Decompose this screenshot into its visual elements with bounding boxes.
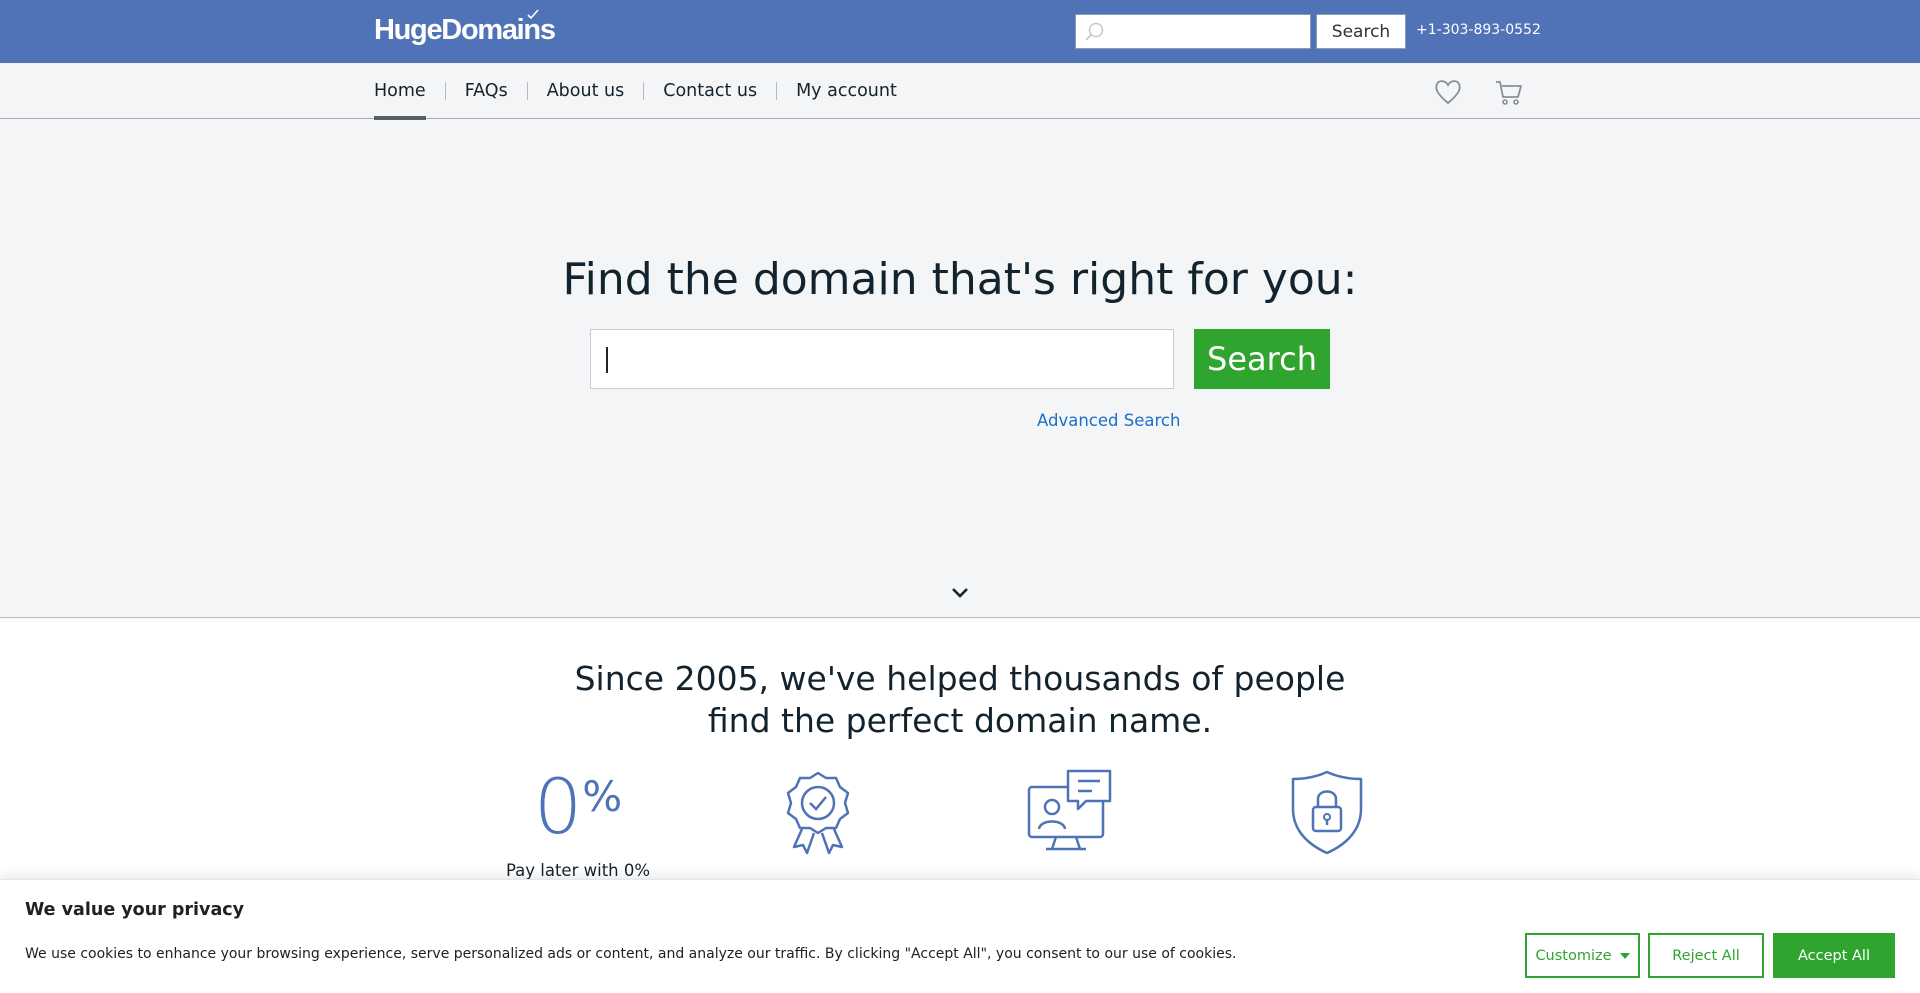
logo-check-icon xyxy=(527,9,539,19)
section-heading: Since 2005, we've helped thousands of pe… xyxy=(0,658,1920,742)
customize-button[interactable]: Customize xyxy=(1525,933,1640,978)
heart-icon[interactable] xyxy=(1433,78,1463,106)
support-chat-icon xyxy=(1027,769,1112,851)
logo[interactable]: HugeDomains xyxy=(374,9,556,50)
nav-home[interactable]: Home xyxy=(374,63,426,120)
feature-security xyxy=(1217,769,1437,861)
reject-all-button[interactable]: Reject All xyxy=(1648,933,1764,978)
hero-section: Find the domain that's right for you: Se… xyxy=(0,120,1920,618)
percent-sign: % xyxy=(582,772,623,821)
nav-about-us[interactable]: About us xyxy=(547,63,625,119)
domain-search-input[interactable] xyxy=(590,329,1174,389)
nav-divider xyxy=(776,82,778,100)
main-nav: Home FAQs About us Contact us My account xyxy=(374,63,897,120)
accept-all-button[interactable]: Accept All xyxy=(1773,933,1895,978)
text-caret xyxy=(606,347,608,373)
cart-icon[interactable] xyxy=(1494,78,1524,106)
header-search-input[interactable] xyxy=(1075,14,1311,49)
domain-search-button[interactable]: Search xyxy=(1194,329,1330,389)
cookie-text: We use cookies to enhance your browsing … xyxy=(25,946,1237,962)
zero-percent-icon: 0 % xyxy=(468,769,688,855)
search-icon xyxy=(1085,22,1104,41)
hero-title: Find the domain that's right for you: xyxy=(562,254,1358,305)
nav-my-account[interactable]: My account xyxy=(796,63,897,119)
cookie-banner: We value your privacy We use cookies to … xyxy=(0,879,1920,993)
nav-divider xyxy=(444,82,446,100)
top-header: HugeDomains Search +1-303-893-0552 xyxy=(0,0,1920,63)
award-ribbon-icon xyxy=(786,771,850,855)
phone-number[interactable]: +1-303-893-0552 xyxy=(1416,22,1541,38)
feature-zero-percent: 0 % Pay later with 0% xyxy=(468,769,688,881)
nav-faqs[interactable]: FAQs xyxy=(465,63,508,119)
nav-divider xyxy=(526,82,528,100)
zero-digit: 0 xyxy=(533,762,583,851)
shield-lock-icon xyxy=(1291,770,1363,855)
feature-award xyxy=(708,769,928,861)
feature-support xyxy=(959,769,1179,861)
advanced-search-link[interactable]: Advanced Search xyxy=(1037,411,1180,430)
feature-caption: Pay later with 0% xyxy=(505,861,651,880)
nav-bar: Home FAQs About us Contact us My account xyxy=(0,63,1920,120)
caret-down-icon xyxy=(1619,952,1630,959)
nav-contact-us[interactable]: Contact us xyxy=(663,63,757,119)
customize-label: Customize xyxy=(1535,947,1612,964)
section-heading-line1: Since 2005, we've helped thousands of pe… xyxy=(574,659,1346,698)
nav-divider xyxy=(643,82,645,100)
header-search-button[interactable]: Search xyxy=(1316,14,1406,49)
section-heading-line2: find the perfect domain name. xyxy=(707,701,1213,740)
chevron-down-icon[interactable] xyxy=(950,586,970,600)
cookie-title: We value your privacy xyxy=(25,900,245,920)
